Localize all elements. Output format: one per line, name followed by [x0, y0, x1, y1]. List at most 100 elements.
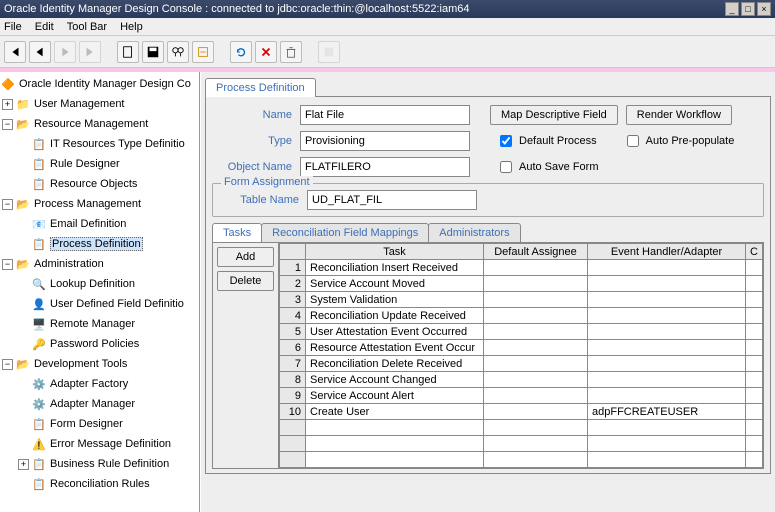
- row-task[interactable]: Reconciliation Delete Received: [306, 356, 484, 372]
- row-assignee[interactable]: [484, 324, 588, 340]
- row-task[interactable]: Reconciliation Insert Received: [306, 260, 484, 276]
- name-input[interactable]: [300, 105, 470, 125]
- tree-it-res-type[interactable]: 📋IT Resources Type Definitio: [0, 134, 199, 154]
- row-c[interactable]: [746, 308, 763, 324]
- collapse-icon[interactable]: −: [2, 119, 13, 130]
- row-assignee[interactable]: [484, 308, 588, 324]
- row-handler[interactable]: [588, 340, 746, 356]
- tree-resource-mgmt[interactable]: −📂Resource Management: [0, 114, 199, 134]
- row-handler[interactable]: [588, 372, 746, 388]
- row-handler[interactable]: [588, 260, 746, 276]
- close-button[interactable]: ×: [757, 2, 771, 16]
- tree-error-msg-def[interactable]: ⚠️Error Message Definition: [0, 434, 199, 454]
- prev-icon[interactable]: [29, 41, 51, 63]
- row-handler[interactable]: [588, 276, 746, 292]
- table-row[interactable]: 10 Create User adpFFCREATEUSER: [280, 404, 763, 420]
- table-row[interactable]: 2 Service Account Moved: [280, 276, 763, 292]
- tree-adapter-factory[interactable]: ⚙️Adapter Factory: [0, 374, 199, 394]
- default-process-checkbox[interactable]: [500, 135, 512, 147]
- object-name-input[interactable]: [300, 157, 470, 177]
- subtab-recon[interactable]: Reconciliation Field Mappings: [261, 223, 429, 242]
- auto-save-check[interactable]: Auto Save Form: [496, 158, 598, 176]
- last-icon[interactable]: [79, 41, 101, 63]
- table-row[interactable]: 9 Service Account Alert: [280, 388, 763, 404]
- refresh-icon[interactable]: [230, 41, 252, 63]
- delete-icon[interactable]: [255, 41, 277, 63]
- tree-recon-rules[interactable]: 📋Reconciliation Rules: [0, 474, 199, 494]
- row-assignee[interactable]: [484, 388, 588, 404]
- row-task[interactable]: Create User: [306, 404, 484, 420]
- menu-edit[interactable]: Edit: [35, 21, 54, 33]
- auto-save-checkbox[interactable]: [500, 161, 512, 173]
- row-assignee[interactable]: [484, 404, 588, 420]
- tree-process-mgmt[interactable]: −📂Process Management: [0, 194, 199, 214]
- subtab-tasks[interactable]: Tasks: [212, 223, 262, 242]
- tree-rule-designer[interactable]: 📋Rule Designer: [0, 154, 199, 174]
- tree-administration[interactable]: −📂Administration: [0, 254, 199, 274]
- tree-form-designer[interactable]: 📋Form Designer: [0, 414, 199, 434]
- col-task[interactable]: Task: [306, 244, 484, 260]
- save-icon[interactable]: [142, 41, 164, 63]
- collapse-icon[interactable]: −: [2, 359, 13, 370]
- notes-icon[interactable]: [318, 41, 340, 63]
- row-assignee[interactable]: [484, 292, 588, 308]
- menu-file[interactable]: File: [4, 21, 22, 33]
- minimize-button[interactable]: _: [725, 2, 739, 16]
- query-icon[interactable]: [192, 41, 214, 63]
- col-num[interactable]: [280, 244, 306, 260]
- row-c[interactable]: [746, 324, 763, 340]
- row-task[interactable]: Reconciliation Update Received: [306, 308, 484, 324]
- row-handler[interactable]: [588, 308, 746, 324]
- menu-help[interactable]: Help: [120, 21, 143, 33]
- row-c[interactable]: [746, 404, 763, 420]
- row-c[interactable]: [746, 292, 763, 308]
- render-workflow-button[interactable]: Render Workflow: [626, 105, 732, 125]
- menu-toolbar[interactable]: Tool Bar: [67, 21, 107, 33]
- table-row[interactable]: 3 System Validation: [280, 292, 763, 308]
- default-process-check[interactable]: Default Process: [496, 132, 597, 150]
- row-assignee[interactable]: [484, 372, 588, 388]
- row-handler[interactable]: [588, 388, 746, 404]
- row-c[interactable]: [746, 388, 763, 404]
- map-descriptive-button[interactable]: Map Descriptive Field: [490, 105, 618, 125]
- tree-process-def[interactable]: 📋Process Definition: [0, 234, 199, 254]
- row-task[interactable]: User Attestation Event Occurred: [306, 324, 484, 340]
- subtab-admins[interactable]: Administrators: [428, 223, 520, 242]
- table-row[interactable]: 1 Reconciliation Insert Received: [280, 260, 763, 276]
- table-row[interactable]: 8 Service Account Changed: [280, 372, 763, 388]
- tree-adapter-mgr[interactable]: ⚙️Adapter Manager: [0, 394, 199, 414]
- type-input[interactable]: [300, 131, 470, 151]
- row-assignee[interactable]: [484, 356, 588, 372]
- row-task[interactable]: Service Account Moved: [306, 276, 484, 292]
- row-assignee[interactable]: [484, 340, 588, 356]
- table-row[interactable]: 5 User Attestation Event Occurred: [280, 324, 763, 340]
- row-handler[interactable]: [588, 356, 746, 372]
- row-task[interactable]: Service Account Alert: [306, 388, 484, 404]
- row-c[interactable]: [746, 276, 763, 292]
- table-row[interactable]: 4 Reconciliation Update Received: [280, 308, 763, 324]
- tree-pwd-policies[interactable]: 🔑Password Policies: [0, 334, 199, 354]
- collapse-icon[interactable]: −: [2, 259, 13, 270]
- row-task[interactable]: Resource Attestation Event Occur: [306, 340, 484, 356]
- tree-remote-mgr[interactable]: 🖥️Remote Manager: [0, 314, 199, 334]
- tree-root[interactable]: 🔶Oracle Identity Manager Design Co: [0, 74, 199, 94]
- search-icon[interactable]: [167, 41, 189, 63]
- first-icon[interactable]: [4, 41, 26, 63]
- col-handler[interactable]: Event Handler/Adapter: [588, 244, 746, 260]
- trash-icon[interactable]: [280, 41, 302, 63]
- row-handler[interactable]: [588, 292, 746, 308]
- tree-resource-objects[interactable]: 📋Resource Objects: [0, 174, 199, 194]
- auto-prepopulate-check[interactable]: Auto Pre-populate: [623, 132, 735, 150]
- maximize-button[interactable]: □: [741, 2, 755, 16]
- new-icon[interactable]: [117, 41, 139, 63]
- row-task[interactable]: System Validation: [306, 292, 484, 308]
- auto-prepopulate-checkbox[interactable]: [627, 135, 639, 147]
- row-c[interactable]: [746, 372, 763, 388]
- row-assignee[interactable]: [484, 260, 588, 276]
- row-assignee[interactable]: [484, 276, 588, 292]
- row-c[interactable]: [746, 356, 763, 372]
- tab-process-definition[interactable]: Process Definition: [205, 78, 316, 97]
- table-row[interactable]: 6 Resource Attestation Event Occur: [280, 340, 763, 356]
- add-button[interactable]: Add: [217, 247, 274, 267]
- table-name-input[interactable]: [307, 190, 477, 210]
